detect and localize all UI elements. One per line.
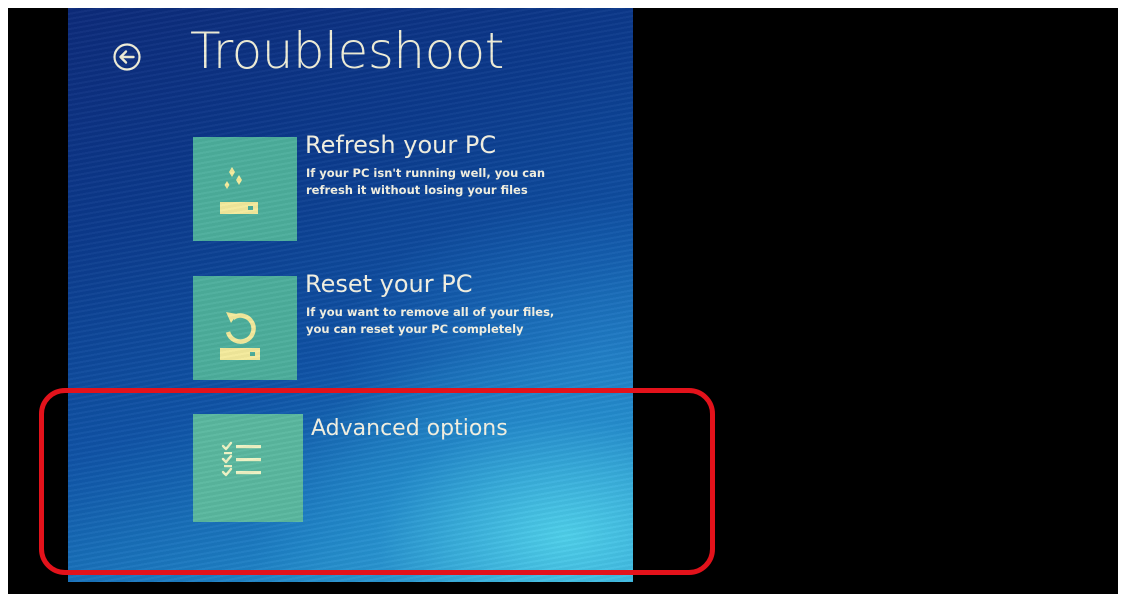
- refresh-pc-title: Refresh your PC: [305, 131, 497, 159]
- photo-frame: Troubleshoot Refresh your PC If your PC …: [8, 8, 1118, 594]
- checklist-icon: [221, 441, 261, 477]
- reset-pc-description: If you want to remove all of your files,…: [306, 304, 586, 338]
- reset-pc-title: Reset your PC: [305, 270, 473, 298]
- reset-pc-icon: [220, 312, 260, 360]
- refresh-pc-description-line: If your PC isn't running well, you can: [306, 166, 546, 180]
- reset-pc-tile: [193, 276, 297, 380]
- back-arrow-circle-icon: [113, 43, 141, 71]
- reset-pc-description-line: you can reset your PC completely: [306, 322, 524, 336]
- reset-pc-description-line: If you want to remove all of your files,: [306, 305, 555, 319]
- back-button[interactable]: [112, 42, 142, 72]
- refresh-pc-description: If your PC isn't running well, you can r…: [306, 165, 586, 199]
- refresh-pc-icon: [220, 167, 258, 214]
- advanced-options-tile: [193, 414, 303, 522]
- refresh-pc-tile: [193, 137, 297, 241]
- refresh-pc-description-line: refresh it without losing your files: [306, 183, 528, 197]
- advanced-options-title: Advanced options: [311, 416, 508, 441]
- troubleshoot-screen: Troubleshoot Refresh your PC If your PC …: [68, 8, 633, 582]
- page-title: Troubleshoot: [190, 22, 504, 80]
